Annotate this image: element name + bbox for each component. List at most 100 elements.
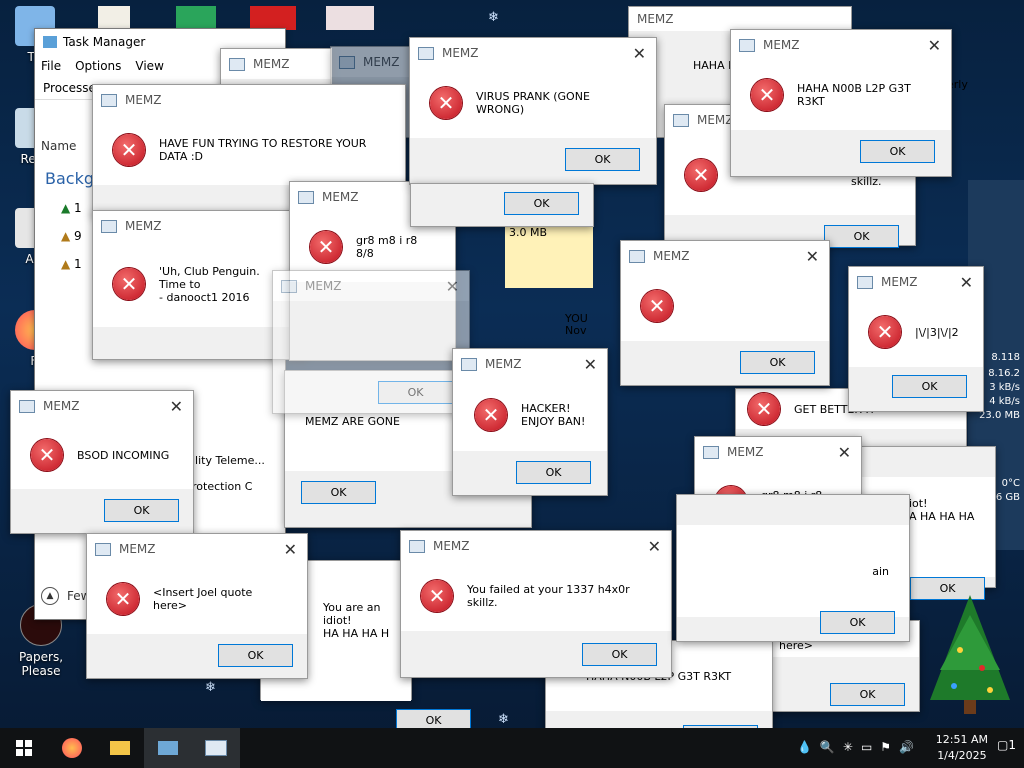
ok-button[interactable]: OK xyxy=(218,644,293,667)
ok-button[interactable]: OK xyxy=(830,683,905,706)
notification-button[interactable]: ▢1 xyxy=(997,738,1016,752)
process-row[interactable]: ▲ 1 xyxy=(61,201,82,215)
memz-dialog-virus-prank[interactable]: MEMZ ✕ ✕ VIRUS PRANK (GONE WRONG) OK xyxy=(409,37,657,185)
taskbar-task-manager[interactable] xyxy=(144,728,192,768)
clock-date: 1/4/2025 xyxy=(937,749,987,762)
task-manager-icon xyxy=(158,741,178,755)
ok-button[interactable]: OK xyxy=(565,148,640,171)
memz-dialog-bsod[interactable]: MEMZ ✕ ✕ BSOD INCOMING OK xyxy=(10,390,194,534)
ok-button[interactable]: OK xyxy=(860,140,935,163)
ok-button[interactable]: OK xyxy=(582,643,657,666)
app-icon xyxy=(673,113,689,127)
app-icon-3[interactable] xyxy=(250,6,296,30)
app-icon xyxy=(418,46,434,60)
memz-dialog-failed[interactable]: MEMZ ✕ ✕ You failed at your 1337 h4x0r ski… xyxy=(400,530,672,678)
error-icon: ✕ xyxy=(107,583,139,615)
system-tray: 💧 🔍 ✳ ▭ ⚑ 🔊 xyxy=(797,740,914,754)
process-row[interactable]: ▲ 9 xyxy=(61,229,82,243)
snowflake-icon: ❄ xyxy=(488,10,499,25)
close-icon[interactable]: ✕ xyxy=(633,44,646,63)
chevron-up-icon: ▲ xyxy=(41,587,59,605)
memz-dialog-ghost[interactable]: MEMZ ✕ OK xyxy=(272,270,470,414)
close-icon[interactable]: ✕ xyxy=(446,277,459,296)
dialog-title: MEMZ xyxy=(637,12,674,26)
ok-button[interactable]: OK xyxy=(378,381,453,404)
app-icon xyxy=(229,57,245,71)
close-icon[interactable]: ✕ xyxy=(648,537,661,556)
memz-dialog-haha[interactable]: MEMZ ✕ ✕ HAHA N00B L2P G3T R3KT OK xyxy=(730,29,952,177)
search-icon[interactable]: 🔍 xyxy=(820,740,835,754)
bg-text: ility Teleme... xyxy=(192,454,265,467)
memz-dialog-joel[interactable]: MEMZ ✕ ✕ <Insert Joel quote here> OK xyxy=(86,533,308,679)
ok-button[interactable]: OK xyxy=(824,225,899,248)
error-icon: ✕ xyxy=(751,79,783,111)
error-icon: ✕ xyxy=(641,290,673,322)
close-icon[interactable]: ✕ xyxy=(928,36,941,55)
flag-icon[interactable]: ⚑ xyxy=(880,740,891,754)
memz-dialog-memz-leet[interactable]: MEMZ ✕ ✕ |\/|3|\/|2 OK xyxy=(848,266,984,412)
christmas-tree-image xyxy=(930,595,1010,714)
memz-dialog-hacker[interactable]: MEMZ ✕ ✕ HACKER! ENJOY BAN! OK xyxy=(452,348,608,496)
ok-button[interactable]: OK xyxy=(516,461,591,484)
error-icon: ✕ xyxy=(113,134,145,166)
dropper-icon[interactable]: 💧 xyxy=(797,740,812,754)
close-icon[interactable]: ✕ xyxy=(960,273,973,292)
windows-icon xyxy=(16,740,32,756)
app-icon xyxy=(629,249,645,263)
tree-icon: ▲ xyxy=(61,201,75,215)
folder-icon xyxy=(110,741,130,755)
menu-view[interactable]: View xyxy=(135,59,163,73)
memz-dialog-footer[interactable]: OK xyxy=(410,183,594,227)
ok-button[interactable]: OK xyxy=(301,481,376,504)
close-icon[interactable]: ✕ xyxy=(806,247,819,266)
menu-file[interactable]: File xyxy=(41,59,61,73)
app-icon-4[interactable] xyxy=(326,6,374,30)
taskbar-memz[interactable] xyxy=(192,728,240,768)
ok-button[interactable]: OK xyxy=(504,192,579,215)
start-button[interactable] xyxy=(0,728,48,768)
error-icon: ✕ xyxy=(421,580,453,612)
close-icon[interactable]: ✕ xyxy=(170,397,183,416)
memz-dialog-ain[interactable]: ain OK xyxy=(676,494,910,642)
error-icon: ✕ xyxy=(113,268,145,300)
firefox-icon xyxy=(62,738,82,758)
app-icon xyxy=(409,539,425,553)
app-icon xyxy=(281,279,297,293)
error-icon: ✕ xyxy=(748,393,780,425)
bg-text: rotection C xyxy=(192,480,253,493)
fewer-details-button[interactable]: ▲ Few xyxy=(41,587,90,605)
memory-cell: 3.0 MB xyxy=(505,222,593,288)
task-manager-title: Task Manager xyxy=(63,35,146,49)
close-icon[interactable]: ✕ xyxy=(584,355,597,374)
app-icon xyxy=(101,219,117,233)
clock-time: 12:51 AM xyxy=(935,733,988,746)
app-icon xyxy=(298,190,314,204)
ok-button[interactable]: OK xyxy=(104,499,179,522)
error-icon: ✕ xyxy=(31,439,63,471)
app-icon xyxy=(339,55,355,69)
ok-button[interactable]: OK xyxy=(740,351,815,374)
close-icon[interactable]: ✕ xyxy=(838,443,851,462)
memz-dialog-empty[interactable]: MEMZ ✕ ✕ OK xyxy=(620,240,830,386)
app-icon-2[interactable] xyxy=(176,6,216,30)
ok-button[interactable]: OK xyxy=(820,611,895,634)
bg-text: Nov xyxy=(565,324,587,337)
taskbar-firefox[interactable] xyxy=(48,728,96,768)
app-icon xyxy=(461,357,477,371)
app-icon-1[interactable] xyxy=(98,6,130,30)
sparkle-icon[interactable]: ✳ xyxy=(843,740,853,754)
column-name[interactable]: Name xyxy=(41,139,76,153)
app-icon xyxy=(19,399,35,413)
taskbar-file-explorer[interactable] xyxy=(96,728,144,768)
network-icon[interactable]: ▭ xyxy=(861,740,872,754)
process-row[interactable]: ▲ 1 xyxy=(61,257,82,271)
notification-count: 1 xyxy=(1008,738,1016,752)
snowflake-icon: ❄ xyxy=(205,680,216,695)
menu-options[interactable]: Options xyxy=(75,59,121,73)
app-icon xyxy=(703,445,719,459)
snowflake-icon: ❄ xyxy=(498,712,509,727)
ok-button[interactable]: OK xyxy=(892,375,967,398)
close-icon[interactable]: ✕ xyxy=(284,540,297,559)
clock[interactable]: 12:51 AM 1/4/2025 xyxy=(936,732,988,764)
volume-icon[interactable]: 🔊 xyxy=(899,740,914,754)
